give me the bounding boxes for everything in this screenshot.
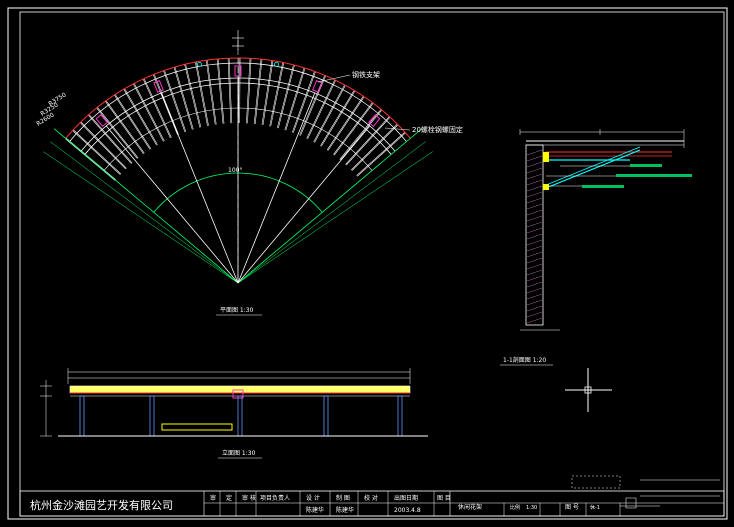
tb-header-8: 图 目 bbox=[437, 495, 451, 502]
tb-header-7: 出图日期 bbox=[394, 494, 418, 502]
tb-value-0: 陈建华 bbox=[306, 506, 324, 514]
tb-header-3: 项目负责人 bbox=[260, 494, 290, 502]
tb-header-12: 图 号 bbox=[565, 504, 579, 511]
label-angle: 100° bbox=[228, 167, 242, 174]
outer-frame bbox=[7, 7, 728, 520]
tb-header-10: 比例 bbox=[510, 504, 520, 511]
cad-drawing: 钢铁支架 20螺栓钢螺固定 R3750 R3250 R2600 100° 平面图… bbox=[7, 7, 728, 520]
tb-header-1: 定 bbox=[226, 494, 232, 502]
crosshair-cursor-icon bbox=[565, 368, 612, 412]
plan-caption: 平面图 1:30 bbox=[220, 307, 254, 314]
label-bolt: 20螺栓钢螺固定 bbox=[412, 125, 463, 134]
tb-header-4: 设 计 bbox=[306, 494, 320, 502]
tb-value-2: 2003.4.8 bbox=[394, 507, 421, 514]
tb-header-0: 审 bbox=[210, 494, 216, 502]
tb-header-5: 制 图 bbox=[336, 494, 350, 502]
section-caption: 1-1剖面图 1:20 bbox=[503, 356, 546, 364]
elevation-view bbox=[40, 368, 428, 437]
label-steel-support: 钢铁支架 bbox=[352, 70, 380, 79]
section-view bbox=[519, 129, 692, 331]
tb-header-6: 校 对 bbox=[364, 494, 378, 502]
elevation-caption: 立面图 1:30 bbox=[222, 449, 256, 457]
company-name: 杭州金沙滩园艺开发有限公司 bbox=[30, 498, 173, 512]
tb-header-11: 1:30 bbox=[526, 505, 537, 511]
tb-header-9: 休闲花架 bbox=[458, 503, 482, 511]
tb-value-1: 陈建华 bbox=[336, 506, 354, 514]
tb-header-2: 审 核 bbox=[242, 494, 256, 502]
tb-header-13: 休-1 bbox=[590, 504, 600, 511]
